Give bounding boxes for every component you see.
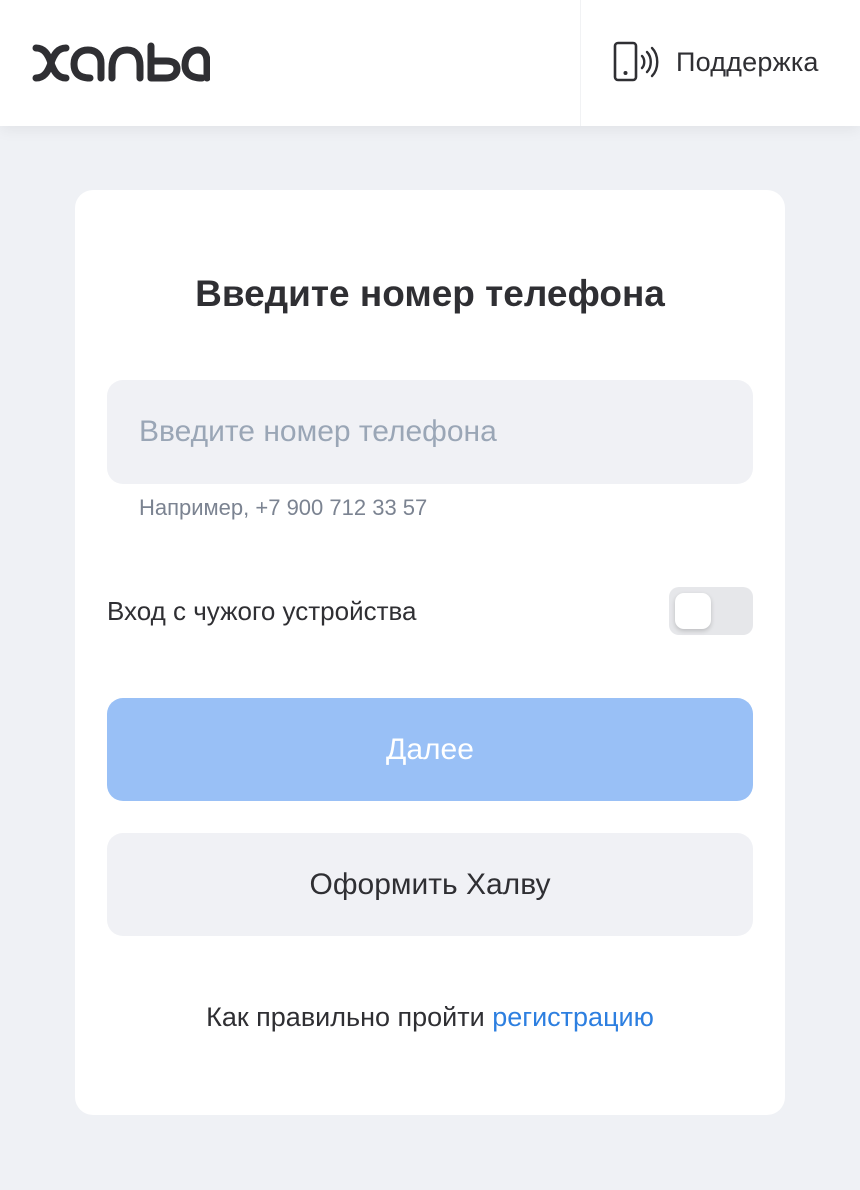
registration-link[interactable]: регистрацию [492, 1002, 654, 1032]
support-label: Поддержка [676, 46, 819, 77]
header-divider [580, 0, 581, 126]
login-card [75, 190, 785, 1115]
halva-logo[interactable] [30, 42, 210, 84]
next-button[interactable]: Далее [107, 698, 753, 801]
support-link[interactable]: Поддержка [612, 40, 819, 84]
page-title: Введите номер телефона [195, 273, 665, 314]
app-header: Поддержка [0, 0, 860, 126]
toggle-knob [675, 593, 711, 629]
registration-help: Как правильно пройти регистрацию [0, 1000, 860, 1034]
phone-signal-icon [613, 41, 659, 82]
registration-help-text: Как правильно пройти [206, 1002, 485, 1032]
foreign-device-label: Вход с чужого устройства [107, 596, 417, 626]
phone-hint: Например, +7 900 712 33 57 [139, 495, 428, 520]
apply-halva-button[interactable]: Оформить Халву [107, 833, 753, 936]
foreign-device-toggle[interactable] [669, 587, 753, 635]
phone-input[interactable] [107, 380, 753, 484]
